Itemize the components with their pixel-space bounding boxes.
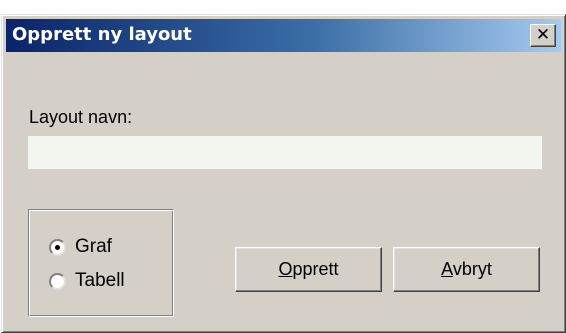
title-bar[interactable]: Opprett ny layout ✕ xyxy=(6,19,561,52)
radio-option-graf[interactable]: Graf xyxy=(49,236,112,258)
create-button-label: Opprett xyxy=(278,259,338,280)
radio-button-tabell[interactable] xyxy=(49,272,66,290)
view-type-group: Graf Tabell xyxy=(28,209,174,317)
cancel-button[interactable]: Avbryt xyxy=(393,247,540,292)
create-mnemonic: O xyxy=(278,259,293,279)
close-icon: ✕ xyxy=(535,25,551,45)
create-layout-dialog: Opprett ny layout ✕ Layout navn: Graf Ta… xyxy=(1,14,566,333)
layout-name-label: Layout navn: xyxy=(29,107,133,127)
radio-button-graf[interactable] xyxy=(49,238,66,256)
radio-label-graf: Graf xyxy=(75,236,112,257)
close-button[interactable]: ✕ xyxy=(530,24,556,47)
cancel-button-label: Avbryt xyxy=(441,259,492,280)
dialog-title: Opprett ny layout xyxy=(12,24,192,45)
cancel-mnemonic: A xyxy=(441,259,453,279)
create-label-rest: pprett xyxy=(292,259,339,279)
radio-label-tabell: Tabell xyxy=(75,270,125,291)
cancel-label-rest: vbryt xyxy=(452,259,492,279)
layout-name-input[interactable] xyxy=(28,136,542,169)
radio-option-tabell[interactable]: Tabell xyxy=(49,270,125,292)
create-button[interactable]: Opprett xyxy=(235,247,382,292)
